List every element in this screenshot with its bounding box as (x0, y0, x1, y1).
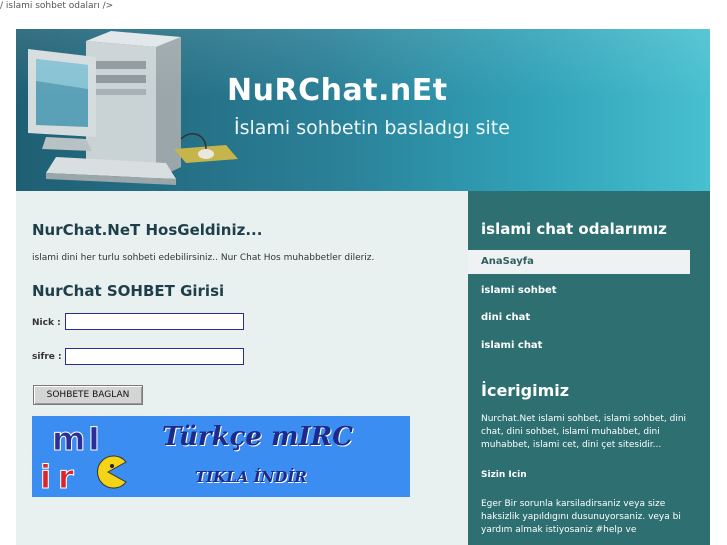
site-tagline: İslami sohbetin basladıgı site (234, 117, 510, 139)
content-text: Nurchat.Net islami sohbet, islami sohbet… (481, 414, 687, 450)
login-title: NurChat SOHBET Girisi (32, 282, 225, 300)
nav-item-label: AnaSayfa (481, 256, 534, 267)
nav-item-islami-sohbet[interactable]: islami sohbet (481, 285, 557, 296)
svg-text:r: r (58, 458, 74, 496)
welcome-title: NurChat.NeT HosGeldiniz... (32, 221, 263, 239)
welcome-text: islami dini her turlu sohbeti edebilirsi… (32, 253, 375, 263)
banner-title: Türkçe mIRC (162, 422, 353, 452)
rooms-heading: islami chat odalarımız (481, 220, 667, 238)
svg-text:I: I (88, 420, 100, 458)
nav-item-islami-chat[interactable]: islami chat (481, 340, 542, 351)
computer-illustration-icon (28, 31, 238, 185)
nick-input[interactable] (65, 313, 244, 330)
svg-text:i: i (40, 458, 51, 496)
connect-button[interactable]: SOHBETE BAGLAN (33, 385, 143, 405)
banner-subtitle: TIKLA İNDİR (195, 468, 307, 486)
breadcrumb: / islami sohbet odaları /> (0, 1, 114, 11)
page-frame: NuRChat.nEt İslami sohbetin basladıgı si… (16, 29, 710, 545)
nav-item-dini-chat[interactable]: dini chat (481, 312, 530, 323)
mirc-download-banner[interactable]: m I i r Türkçe mIRC TIKLA İNDİR (32, 416, 410, 497)
site-header: NuRChat.nEt İslami sohbetin basladıgı si… (16, 29, 710, 191)
help-text: Eger Bir sorunla karsiladirsaniz veya si… (481, 499, 681, 535)
password-label: sifre : (32, 352, 62, 362)
nav-item-anasayfa[interactable]: AnaSayfa (468, 250, 690, 274)
content-heading: İcerigimiz (481, 381, 570, 400)
svg-text:m: m (52, 420, 85, 458)
nick-label: Nick : (32, 318, 61, 328)
password-input[interactable] (65, 348, 244, 365)
sidebar: islami chat odalarımız AnaSayfa islami s… (468, 191, 710, 545)
main-content: NurChat.NeT HosGeldiniz... islami dini h… (16, 191, 468, 545)
sizin-icin-label: Sizin Icin (481, 470, 527, 480)
site-title: NuRChat.nEt (227, 73, 448, 108)
